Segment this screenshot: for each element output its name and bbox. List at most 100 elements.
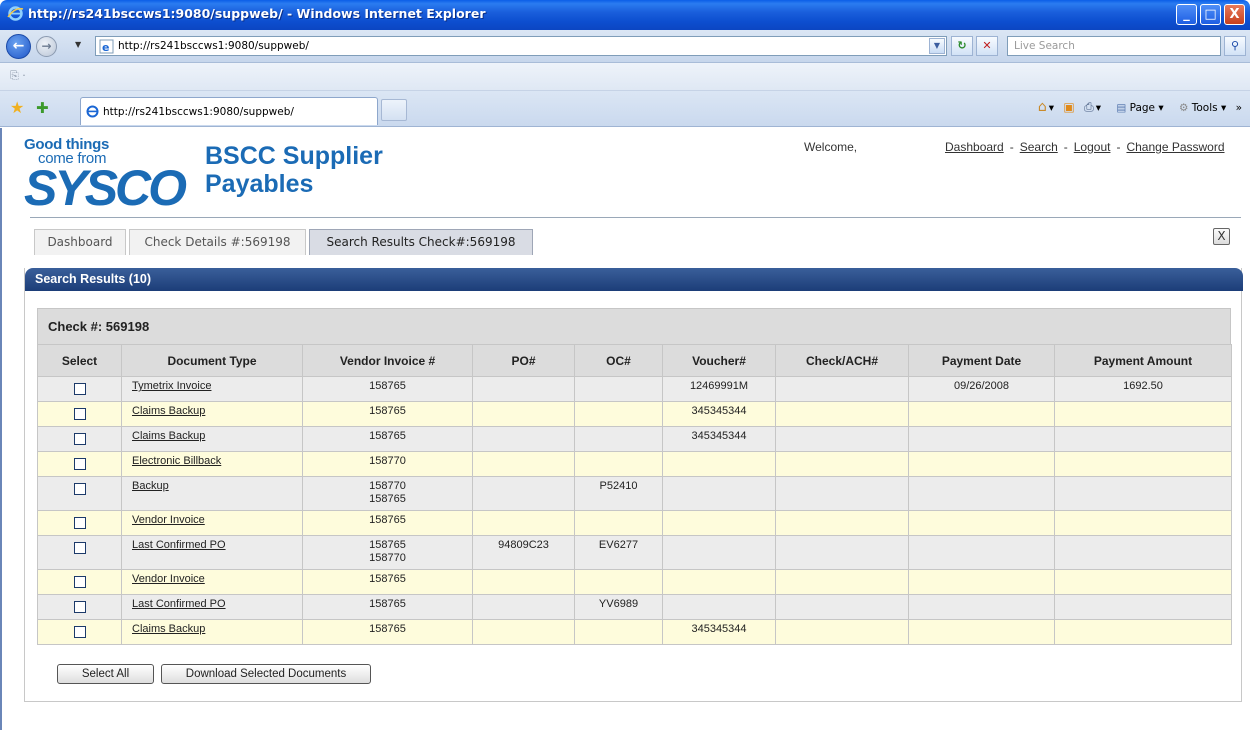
- refresh-button[interactable]: ↻: [951, 36, 973, 56]
- live-search-input[interactable]: Live Search: [1007, 36, 1221, 56]
- vendor-invoice-number: 158765: [369, 539, 406, 551]
- row-select-checkbox[interactable]: [73, 408, 86, 420]
- dashboard-link[interactable]: Dashboard: [945, 140, 1004, 154]
- change-password-link[interactable]: Change Password: [1126, 140, 1224, 154]
- close-tab-button[interactable]: X: [1213, 228, 1230, 245]
- document-type-cell: Electronic Billback: [121, 451, 303, 477]
- check-ach-cell: [775, 376, 909, 402]
- minimize-button[interactable]: _: [1176, 4, 1197, 25]
- tools-menu[interactable]: ⚙ Tools ▾: [1173, 102, 1226, 114]
- page-icon: e: [99, 39, 114, 54]
- check-ach-cell: [775, 476, 909, 511]
- stop-button[interactable]: ✕: [976, 36, 998, 56]
- document-link[interactable]: Claims Backup: [132, 623, 205, 635]
- search-link[interactable]: Search: [1020, 140, 1058, 154]
- tab-dashboard[interactable]: Dashboard: [34, 229, 126, 255]
- page-menu[interactable]: ▤ Page ▾: [1110, 102, 1163, 114]
- chevron-more-icon[interactable]: »: [1236, 102, 1242, 114]
- add-favorite-icon[interactable]: ✚: [36, 100, 49, 116]
- new-tab-button[interactable]: [381, 99, 407, 121]
- col-header-select: Select: [37, 344, 122, 377]
- row-select-checkbox[interactable]: [73, 517, 86, 529]
- app-title-line2: Payables: [205, 170, 314, 198]
- payment-amount-cell: [1054, 426, 1232, 452]
- command-bar: ⎘ ·: [0, 63, 1250, 91]
- row-select-checkbox[interactable]: [73, 576, 86, 588]
- table-row: Vendor Invoice 158765: [37, 510, 1232, 536]
- select-cell: [37, 619, 122, 645]
- ie-command-tools: ⌂ ▾ ▣ ⎙ ▾ ▤ Page ▾ ⚙ Tools ▾ »: [1037, 99, 1242, 115]
- link-separator: -: [1063, 140, 1068, 154]
- oc-cell: [574, 619, 663, 645]
- payment-amount-cell: [1054, 476, 1232, 511]
- back-button[interactable]: ←: [6, 34, 31, 59]
- row-select-checkbox[interactable]: [73, 542, 86, 554]
- check-ach-cell: [775, 569, 909, 595]
- select-cell: [37, 569, 122, 595]
- document-link[interactable]: Vendor Invoice: [132, 573, 205, 585]
- document-link[interactable]: Electronic Billback: [132, 455, 221, 467]
- home-icon[interactable]: ⌂: [1038, 99, 1047, 115]
- url-text: http://rs241bsccws1:9080/suppweb/: [118, 40, 309, 52]
- results-table: Select Document Type Vendor Invoice # PO…: [37, 344, 1232, 645]
- row-select-checkbox[interactable]: [73, 458, 86, 470]
- select-cell: [37, 451, 122, 477]
- history-icon[interactable]: ⎘ ·: [10, 69, 26, 83]
- select-all-button[interactable]: Select All: [57, 664, 154, 684]
- logout-link[interactable]: Logout: [1074, 140, 1111, 154]
- document-link[interactable]: Last Confirmed PO: [132, 539, 226, 551]
- row-select-checkbox[interactable]: [73, 601, 86, 613]
- select-cell: [37, 510, 122, 536]
- close-window-button[interactable]: X: [1224, 4, 1245, 25]
- logo-trademark: ™: [176, 174, 183, 182]
- tab-search-results[interactable]: Search Results Check#:569198: [309, 229, 533, 255]
- download-selected-button[interactable]: Download Selected Documents: [161, 664, 371, 684]
- ie-logo-icon: [7, 6, 24, 21]
- vendor-invoice-number: 158765: [369, 493, 406, 505]
- row-select-checkbox[interactable]: [73, 433, 86, 445]
- table-row: Claims Backup 158765 345345344: [37, 619, 1232, 645]
- row-select-checkbox[interactable]: [73, 383, 86, 395]
- browser-tab-current[interactable]: http://rs241bsccws1:9080/suppweb/: [80, 97, 378, 125]
- voucher-cell: [662, 476, 776, 511]
- voucher-cell: [662, 510, 776, 536]
- payment-date-cell: [908, 619, 1055, 645]
- table-row: Last Confirmed PO 158765 YV6989: [37, 594, 1232, 620]
- check-ach-cell: [775, 401, 909, 427]
- app-title: BSCC Supplier Payables: [205, 142, 383, 198]
- forward-button[interactable]: →: [36, 36, 57, 57]
- favorites-star-icon[interactable]: ★: [10, 100, 24, 116]
- voucher-cell: [662, 451, 776, 477]
- payment-amount-cell: [1054, 569, 1232, 595]
- row-select-checkbox[interactable]: [73, 483, 86, 495]
- payment-amount-cell: [1054, 510, 1232, 536]
- history-dropdown-icon[interactable]: ▼: [75, 40, 81, 49]
- tab-check-details[interactable]: Check Details #:569198: [129, 229, 306, 255]
- select-cell: [37, 476, 122, 511]
- panel-header: Search Results (10): [25, 268, 1243, 291]
- vendor-invoice-cell: 158765: [302, 510, 473, 536]
- table-header-row: Select Document Type Vendor Invoice # PO…: [37, 344, 1232, 377]
- url-dropdown-icon[interactable]: ▼: [929, 38, 945, 54]
- document-link[interactable]: Backup: [132, 480, 169, 492]
- voucher-cell: [662, 594, 776, 620]
- document-link[interactable]: Claims Backup: [132, 405, 205, 417]
- document-link[interactable]: Last Confirmed PO: [132, 598, 226, 610]
- print-icon[interactable]: ⎙: [1084, 100, 1094, 114]
- document-link[interactable]: Tymetrix Invoice: [132, 380, 211, 392]
- logo-brand: SYSCO: [24, 160, 187, 216]
- maximize-button[interactable]: □: [1200, 4, 1221, 25]
- document-link[interactable]: Vendor Invoice: [132, 514, 205, 526]
- feeds-icon[interactable]: ▣: [1063, 100, 1074, 114]
- row-select-checkbox[interactable]: [73, 626, 86, 638]
- check-ach-cell: [775, 426, 909, 452]
- document-type-cell: Backup: [121, 476, 303, 511]
- vendor-invoice-number: 158765: [369, 598, 406, 610]
- page-content: Good things come from SYSCO ™ BSCC Suppl…: [0, 128, 1250, 730]
- document-type-cell: Claims Backup: [121, 401, 303, 427]
- document-link[interactable]: Claims Backup: [132, 430, 205, 442]
- url-field[interactable]: e http://rs241bsccws1:9080/suppweb/ ▼: [95, 36, 947, 56]
- forward-arrow-icon: →: [41, 39, 52, 53]
- col-header-check-ach: Check/ACH#: [775, 344, 909, 377]
- search-icon[interactable]: ⚲: [1224, 36, 1246, 56]
